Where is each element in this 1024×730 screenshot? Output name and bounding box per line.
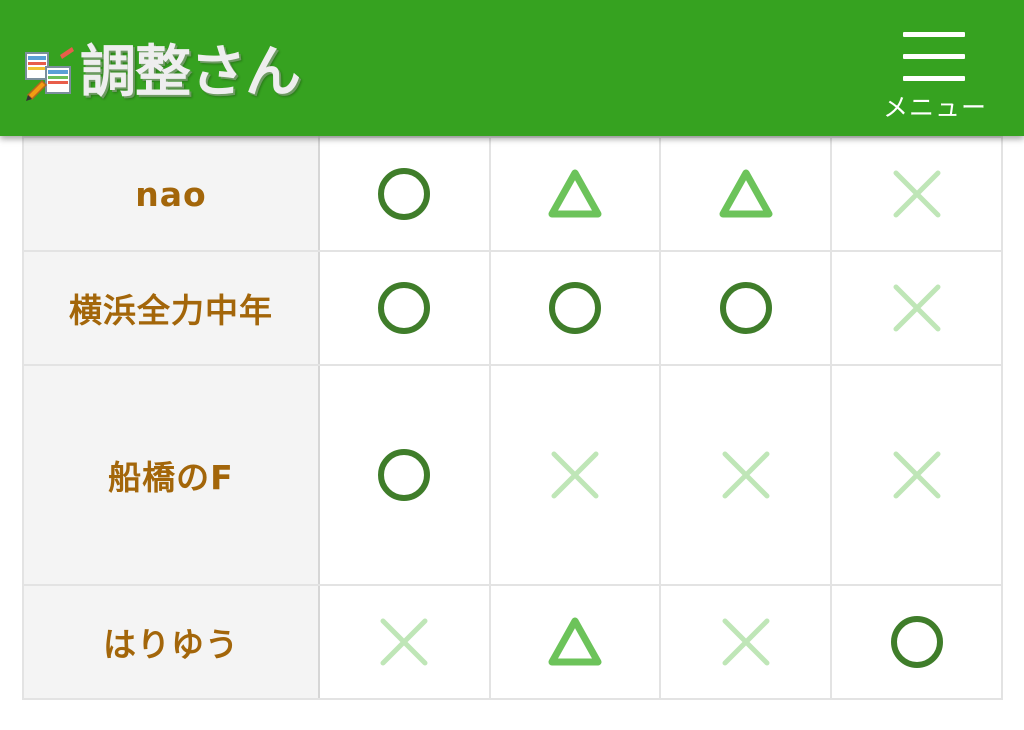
availability-cell [317,364,491,586]
triangle-icon [718,166,774,222]
availability-cell [488,364,662,586]
schedule-logo-icon [25,47,74,101]
table-row: はりゆう [22,584,1003,700]
availability-cell [659,136,833,252]
circle-icon [376,280,432,336]
availability-cell [830,364,1003,586]
availability-cell [488,250,662,366]
triangle-icon [547,614,603,670]
cross-icon [547,447,603,503]
triangle-icon [547,166,603,222]
availability-cell [317,584,491,700]
table-row: nao [22,136,1003,252]
table-row: 船橋のF [22,364,1003,586]
circle-icon [718,280,774,336]
circle-icon [376,447,432,503]
cross-icon [889,447,945,503]
circle-icon [547,280,603,336]
availability-cell [830,250,1003,366]
participant-name[interactable]: 横浜全力中年 [22,250,320,366]
availability-cell [317,136,491,252]
cross-icon [889,166,945,222]
circle-icon [376,166,432,222]
menu-button[interactable]: メニュー [876,22,994,126]
attendance-table: nao 横浜全力中年 船橋のF はりゆう [22,136,1003,702]
participant-name[interactable]: はりゆう [22,584,320,700]
cross-icon [718,447,774,503]
cross-icon [376,614,432,670]
participant-name[interactable]: 船橋のF [22,364,320,586]
hamburger-icon [903,30,965,82]
circle-icon [889,614,945,670]
availability-cell [830,584,1003,700]
availability-cell [488,584,662,700]
availability-cell [659,250,833,366]
cross-icon [889,280,945,336]
app-header: 調整さん メニュー [0,0,1024,136]
app-logo[interactable]: 調整さん [22,40,301,106]
availability-cell [488,136,662,252]
availability-cell [659,364,833,586]
availability-cell [830,136,1003,252]
availability-cell [659,584,833,700]
table-row: 横浜全力中年 [22,250,1003,366]
menu-label: メニュー [882,93,987,122]
app-title: 調整さん [80,40,301,105]
cross-icon [718,614,774,670]
availability-cell [317,250,491,366]
participant-name[interactable]: nao [22,136,320,252]
